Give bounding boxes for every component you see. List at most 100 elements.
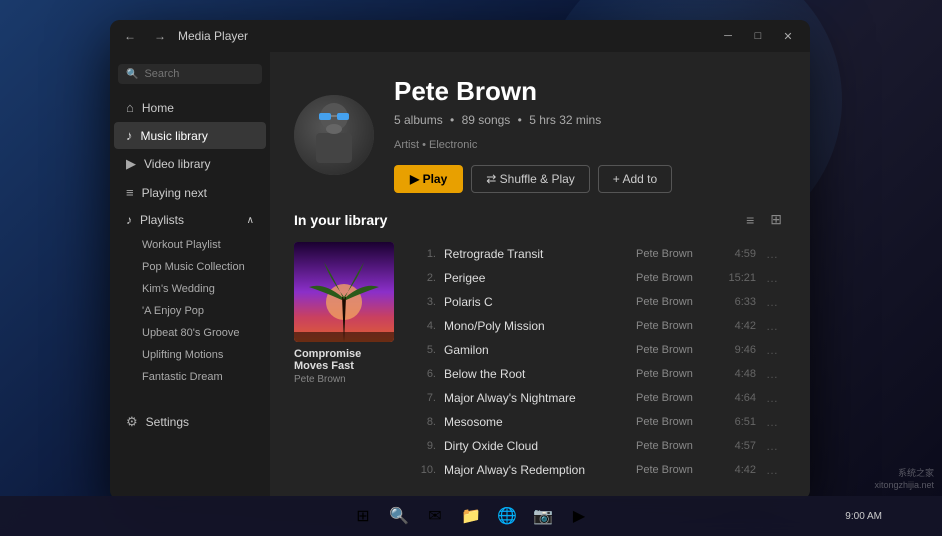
track-number: 3. xyxy=(416,296,436,308)
track-name: Mesosome xyxy=(444,415,628,429)
taskbar-explorer[interactable]: 📁 xyxy=(455,500,487,532)
track-menu-icon[interactable]: … xyxy=(764,391,780,405)
track-number: 6. xyxy=(416,368,436,380)
playlist-item-label: 'A Enjoy Pop xyxy=(142,305,204,317)
track-menu-icon[interactable]: … xyxy=(764,463,780,477)
table-row[interactable]: 3. Polaris C Pete Brown 6:33 … xyxy=(410,290,786,314)
playlist-item-label: Uplifting Motions xyxy=(142,349,223,361)
taskbar-right: 9:00 AM xyxy=(845,511,882,522)
playlist-item[interactable]: Upbeat 80's Groove xyxy=(114,322,266,344)
queue-icon: ≡ xyxy=(126,185,134,200)
track-artist: Pete Brown xyxy=(636,344,716,356)
track-artist: Pete Brown xyxy=(636,464,716,476)
playlist-item[interactable]: 'A Enjoy Pop xyxy=(114,300,266,322)
library-title: In your library xyxy=(294,212,742,228)
taskbar-browser[interactable]: 🌐 xyxy=(491,500,523,532)
playlists-section[interactable]: ♪ Playlists ∧ xyxy=(114,207,266,233)
track-number: 1. xyxy=(416,248,436,260)
settings-icon: ⚙ xyxy=(126,414,138,430)
add-to-button[interactable]: + Add to xyxy=(598,165,672,193)
album-art-svg xyxy=(294,242,394,342)
sidebar: 🔍 ⌂ Home ♪ Music library ▶ Video library… xyxy=(110,52,270,500)
track-artist: Pete Brown xyxy=(636,368,716,380)
duration: 5 hrs 32 mins xyxy=(529,113,601,127)
avatar-svg xyxy=(294,95,374,175)
grid-view-button[interactable]: ⊞ xyxy=(766,209,786,230)
track-artist: Pete Brown xyxy=(636,320,716,332)
search-icon: 🔍 xyxy=(126,69,138,80)
artist-info: Pete Brown 5 albums • 89 songs • 5 hrs 3… xyxy=(394,76,786,193)
taskbar-photos[interactable]: 📷 xyxy=(527,500,559,532)
sidebar-item-label: Settings xyxy=(146,415,189,429)
playlist-item[interactable]: Fantastic Dream xyxy=(114,366,266,388)
table-row[interactable]: 5. Gamilon Pete Brown 9:46 … xyxy=(410,338,786,362)
track-duration: 4:42 xyxy=(724,464,756,476)
artist-actions: ▶ Play ⇄ Shuffle & Play + Add to xyxy=(394,165,786,193)
playlist-item[interactable]: Workout Playlist xyxy=(114,234,266,256)
search-input[interactable] xyxy=(144,68,254,80)
playlist-item[interactable]: Kim's Wedding xyxy=(114,278,266,300)
track-duration: 9:46 xyxy=(724,344,756,356)
table-row[interactable]: 10. Major Alway's Redemption Pete Brown … xyxy=(410,458,786,482)
table-row[interactable]: 4. Mono/Poly Mission Pete Brown 4:42 … xyxy=(410,314,786,338)
list-view-button[interactable]: ≡ xyxy=(742,210,758,230)
track-menu-icon[interactable]: … xyxy=(764,295,780,309)
sidebar-item-label: Music library xyxy=(141,129,208,143)
track-duration: 4:48 xyxy=(724,368,756,380)
table-row[interactable]: 9. Dirty Oxide Cloud Pete Brown 4:57 … xyxy=(410,434,786,458)
playlist-item-label: Kim's Wedding xyxy=(142,283,215,295)
back-button[interactable]: ← xyxy=(118,24,142,48)
albums-count: 5 albums xyxy=(394,113,443,127)
window-controls: ─ □ ✕ xyxy=(714,25,802,47)
sidebar-item-video-library[interactable]: ▶ Video library xyxy=(114,150,266,178)
track-name: Major Alway's Redemption xyxy=(444,463,628,477)
track-duration: 4:59 xyxy=(724,248,756,260)
search-box[interactable]: 🔍 xyxy=(118,64,262,84)
track-menu-icon[interactable]: … xyxy=(764,367,780,381)
track-menu-icon[interactable]: … xyxy=(764,439,780,453)
avatar-image xyxy=(294,95,374,175)
track-menu-icon[interactable]: … xyxy=(764,247,780,261)
table-row[interactable]: 2. Perigee Pete Brown 15:21 … xyxy=(410,266,786,290)
track-menu-icon[interactable]: … xyxy=(764,343,780,357)
taskbar-media[interactable]: ▶ xyxy=(563,500,595,532)
library-content: Compromise Moves Fast Pete Brown 1. Retr… xyxy=(294,242,786,482)
play-button[interactable]: ▶ Play xyxy=(394,165,463,193)
artist-header: Pete Brown 5 albums • 89 songs • 5 hrs 3… xyxy=(270,52,810,209)
album-title: Compromise Moves Fast xyxy=(294,348,394,372)
track-name: Major Alway's Nightmare xyxy=(444,391,628,405)
playlist-item[interactable]: Uplifting Motions xyxy=(114,344,266,366)
maximize-button[interactable]: □ xyxy=(744,25,772,47)
table-row[interactable]: 8. Mesosome Pete Brown 6:51 … xyxy=(410,410,786,434)
sidebar-item-music-library[interactable]: ♪ Music library xyxy=(114,122,266,149)
taskbar: ⊞ 🔍 ✉ 📁 🌐 📷 ▶ 9:00 AM xyxy=(0,496,942,536)
taskbar-search[interactable]: 🔍 xyxy=(383,500,415,532)
sidebar-item-settings[interactable]: ⚙ Settings xyxy=(114,408,266,436)
sidebar-item-label: Playing next xyxy=(142,186,207,200)
sidebar-item-home[interactable]: ⌂ Home xyxy=(114,94,266,121)
track-menu-icon[interactable]: … xyxy=(764,271,780,285)
album-artist-name: Pete Brown xyxy=(294,374,394,385)
track-name: Gamilon xyxy=(444,343,628,357)
playlist-item-label: Upbeat 80's Groove xyxy=(142,327,240,339)
taskbar-mail[interactable]: ✉ xyxy=(419,500,451,532)
track-menu-icon[interactable]: … xyxy=(764,319,780,333)
close-button[interactable]: ✕ xyxy=(774,25,802,47)
track-duration: 6:51 xyxy=(724,416,756,428)
track-name: Dirty Oxide Cloud xyxy=(444,439,628,453)
minimize-button[interactable]: ─ xyxy=(714,25,742,47)
track-number: 5. xyxy=(416,344,436,356)
track-duration: 15:21 xyxy=(724,272,756,284)
playlist-item[interactable]: Pop Music Collection xyxy=(114,256,266,278)
track-artist: Pete Brown xyxy=(636,392,716,404)
track-menu-icon[interactable]: … xyxy=(764,415,780,429)
track-duration: 4:42 xyxy=(724,320,756,332)
shuffle-play-button[interactable]: ⇄ Shuffle & Play xyxy=(471,165,590,193)
taskbar-start-button[interactable]: ⊞ xyxy=(347,500,379,532)
forward-button[interactable]: → xyxy=(148,24,172,48)
track-name: Perigee xyxy=(444,271,628,285)
table-row[interactable]: 6. Below the Root Pete Brown 4:48 … xyxy=(410,362,786,386)
table-row[interactable]: 7. Major Alway's Nightmare Pete Brown 4:… xyxy=(410,386,786,410)
sidebar-item-playing-next[interactable]: ≡ Playing next xyxy=(114,179,266,206)
table-row[interactable]: 1. Retrograde Transit Pete Brown 4:59 … xyxy=(410,242,786,266)
